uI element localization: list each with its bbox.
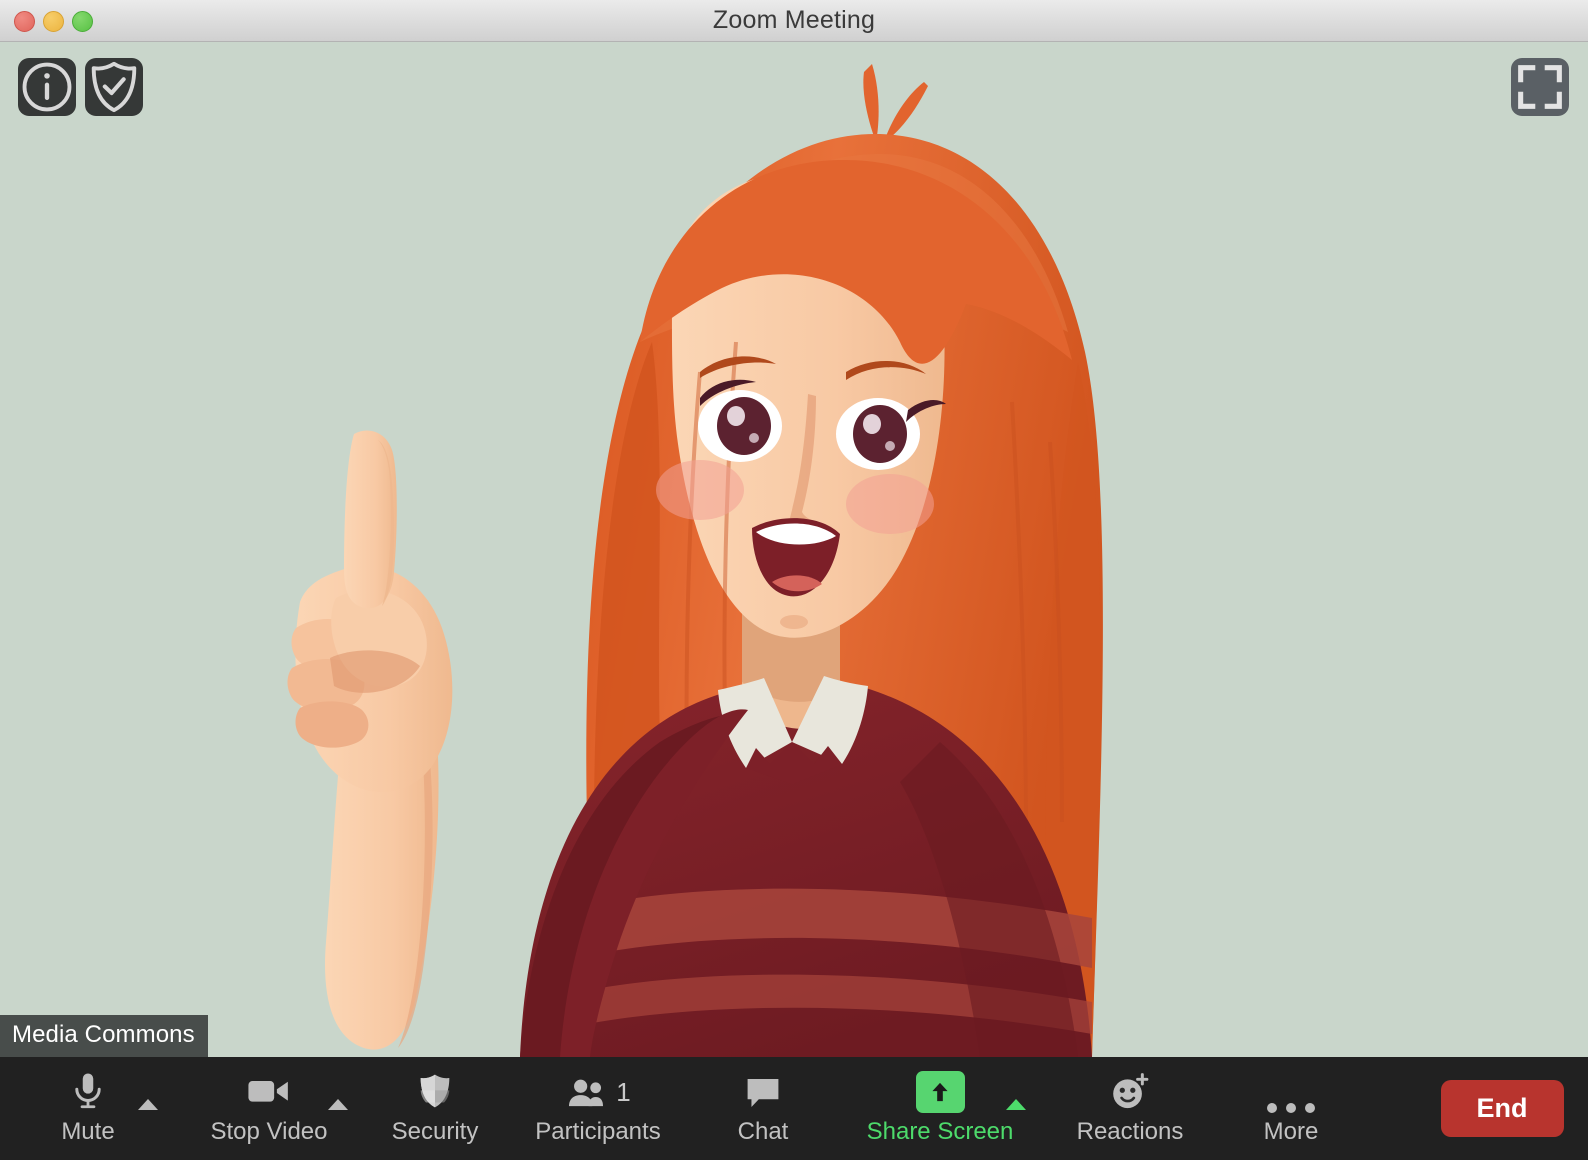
meeting-controls-toolbar: Mute Stop Video Security 1 Participants … [0,1057,1588,1160]
more-label: More [1263,1117,1319,1145]
security-label: Security [391,1117,479,1145]
chat-bubble-icon [742,1071,784,1115]
mute-button[interactable]: Mute [0,1057,176,1160]
chat-button[interactable]: Chat [688,1057,838,1160]
ellipsis-icon [1267,1071,1315,1115]
stop-video-button[interactable]: Stop Video [176,1057,362,1160]
participants-count: 1 [616,1076,631,1107]
chat-label: Chat [737,1117,789,1145]
reactions-label: Reactions [1076,1117,1184,1145]
video-camera-icon [245,1071,293,1115]
participants-label: Participants [535,1117,661,1145]
security-button[interactable]: Security [362,1057,508,1160]
audio-options-caret-icon[interactable] [138,1099,158,1110]
end-button[interactable]: End [1440,1080,1564,1137]
window-titlebar: Zoom Meeting [0,0,1588,42]
people-icon: 1 [565,1071,631,1115]
traffic-light-group [14,0,93,42]
ellipsis-dot [1305,1102,1315,1113]
stop-video-label: Stop Video [210,1117,328,1145]
ellipsis-dot [1267,1102,1277,1113]
zoom-meeting-window: Zoom Meeting Media Commons Mute Stop Vid… [0,0,1588,1160]
more-button[interactable]: More [1218,1057,1364,1160]
participants-button[interactable]: 1 Participants [508,1057,688,1160]
shield-check-icon [91,61,137,113]
smiley-plus-icon [1107,1071,1153,1115]
window-title: Zoom Meeting [712,6,876,34]
reactions-button[interactable]: Reactions [1042,1057,1218,1160]
info-icon [22,62,72,112]
share-screen-button[interactable]: Share Screen [838,1057,1042,1160]
shield-icon [415,1071,455,1115]
video-stage: Media Commons [0,42,1588,1057]
share-screen-icon-box [915,1070,965,1113]
share-options-caret-icon[interactable] [1006,1099,1026,1110]
participant-name-badge: Media Commons [0,1015,208,1057]
maximize-button[interactable] [72,10,93,32]
minimize-button[interactable] [43,10,64,32]
mute-label: Mute [61,1117,115,1145]
participant-video-illustration [0,42,1588,1057]
encryption-status-button[interactable] [85,58,143,116]
close-button[interactable] [14,10,35,32]
fullscreen-button[interactable] [1511,58,1569,116]
meeting-info-button[interactable] [18,58,76,116]
share-screen-label: Share Screen [866,1117,1014,1145]
fullscreen-icon [1518,65,1562,109]
ellipsis-dot [1286,1102,1296,1113]
video-options-caret-icon[interactable] [328,1099,348,1110]
microphone-icon [67,1071,109,1115]
share-arrow-icon [915,1070,965,1115]
end-meeting-container: End [1416,1057,1588,1160]
